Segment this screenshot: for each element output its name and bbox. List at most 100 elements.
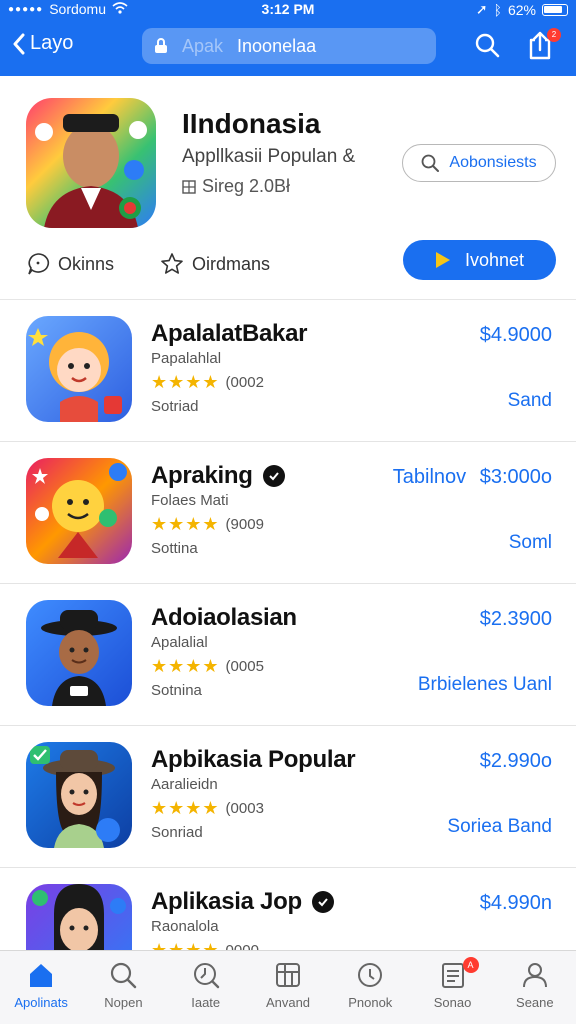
price-prefix: Tabilnov [392,466,467,488]
rating-label: Oirdmans [192,253,271,274]
battery-icon [542,3,568,16]
tab-label: Seane [516,995,554,1010]
price-value: $2.3900 [479,608,552,630]
notification-badge: A [462,957,479,973]
star-rating-icon: ★★★★ [151,514,220,534]
location-icon: ➚ [475,1,488,17]
tab-label: Pnonok [348,995,393,1010]
tab-label: Sonao [433,995,472,1010]
tab-label: Anvand [265,995,311,1010]
navbar: Layo Apak Inoonelaa 2 [0,24,576,70]
app-developer: Apalalial [151,634,208,651]
app-name: Adoiaolasian [151,604,297,631]
price-button[interactable]: Tabilnov $3:000o [393,466,552,489]
app-name: ApalalatBakar [151,320,308,347]
featured-subtitle: Appllkasii Populan & [182,146,356,167]
rating-link[interactable]: Oirdmans [160,252,270,276]
rating-count: (9009 [225,516,264,533]
star-outline-icon [161,253,183,274]
person-icon [522,963,547,988]
app-icon [26,458,132,564]
app-developer: Aaralieidn [151,776,218,793]
tab-label: Apolinats [14,995,68,1010]
action-link[interactable]: Soml [509,532,552,554]
app-category: Sotnina [151,682,202,699]
rating-count: (0003 [225,800,264,817]
list-item[interactable]: Adoiaolasian Apalalial ★★★★ (0005 Sotnin… [0,584,576,726]
grid-icon [275,963,300,987]
price-value: $4.990n [479,892,552,914]
rating-count: (0002 [225,374,264,391]
verified-badge-icon [262,465,285,487]
app-name: Aplikasia Jop [151,888,334,916]
price-value: $3:000o [479,466,552,488]
price-button[interactable]: $4.9000 [480,324,552,347]
tab-profile[interactable]: Seane [494,951,576,1024]
price-button[interactable]: $2.3900 [480,608,552,631]
star-rating-icon: ★★★★ [151,656,220,676]
status-bar: ●●●●● Sordomu 3:12 PM ➚ ᛒ 62% [0,0,576,18]
app-icon [26,316,132,422]
action-link[interactable]: Sand [508,390,552,412]
app-icon [26,742,132,848]
search-placeholder: Apak [182,35,224,56]
app-category: Sonriad [151,824,203,841]
tab-document[interactable]: A Sonao [411,951,493,1024]
tab-bar: Apolinats Nopen Iaate Anvand Pnonok A So… [0,950,576,1024]
app-category: Sottina [151,540,198,557]
magnifier-icon [193,963,219,989]
speech-bubble-icon [28,253,50,275]
action-link[interactable]: Soriea Band [447,816,552,838]
price-button[interactable]: $2.990o [480,750,552,773]
back-label: Layo [30,32,74,54]
action-link[interactable]: Brbielenes Uanl [418,674,552,696]
tab-magnifier[interactable]: Iaate [165,951,247,1024]
lock-icon [155,38,167,53]
play-icon [435,252,450,268]
chevron-left-icon [13,33,25,54]
star-rating-icon: ★★★★ [151,372,220,392]
tab-label: Nopen [104,995,143,1010]
tab-search[interactable]: Nopen [82,951,164,1024]
list-item[interactable]: Apbikasia Popular Aaralieidn ★★★★ (0003 … [0,726,576,868]
advanced-search-button[interactable]: Aobonsiests [402,144,556,182]
featured-title: IIndonasia [182,108,321,139]
app-developer: Papalahlal [151,350,222,367]
price-value: $2.990o [479,750,552,772]
tab-home[interactable]: Apolinats [0,951,82,1024]
search-field[interactable]: Apak Inoonelaa [142,28,436,64]
battery-percent: 62% [507,1,536,18]
tab-label: Iaate [191,995,221,1010]
search-icon [111,962,137,989]
featured-size-label: Sireg 2.0Bł [202,176,291,196]
app-developer: Raonalola [151,918,219,935]
reviews-link[interactable]: Okinns [26,252,114,276]
app-rating: ★★★★ (0003 [151,798,264,819]
app-developer: Folaes Mati [151,492,229,509]
search-value: Inoonelaa [237,35,317,56]
price-value: $4.9000 [479,324,552,346]
tab-grid[interactable]: Anvand [247,951,329,1024]
app-icon [26,600,132,706]
clock-icon [358,963,383,987]
featured-app: IIndonasia Appllkasii Populan & Sireg 2.… [0,76,576,300]
verified-badge-icon [311,891,334,913]
featured-app-icon[interactable] [26,98,156,228]
tab-clock[interactable]: Pnonok [329,951,411,1024]
app-rating: ★★★★ (0005 [151,656,264,677]
app-category: Sotriad [151,398,199,415]
watch-label: Ivohnet [464,249,525,270]
app-name: Apbikasia Popular [151,746,356,773]
rating-count: (0005 [225,658,264,675]
list-item[interactable]: Apraking Folaes Mati ★★★★ (9009 Sottina … [0,442,576,584]
file-icon [182,179,196,194]
price-button[interactable]: $4.990n [480,892,552,915]
watch-button[interactable]: Ivohnet [403,240,556,280]
app-rating: ★★★★ (9009 [151,514,264,535]
featured-size: Sireg 2.0Bł [182,176,290,197]
search-icon[interactable] [474,32,500,63]
reviews-label: Okinns [58,253,115,274]
back-button[interactable]: Layo [12,32,73,55]
app-name: Apraking [151,462,285,490]
list-item[interactable]: ApalalatBakar Papalahlal ★★★★ (0002 Sotr… [0,300,576,442]
